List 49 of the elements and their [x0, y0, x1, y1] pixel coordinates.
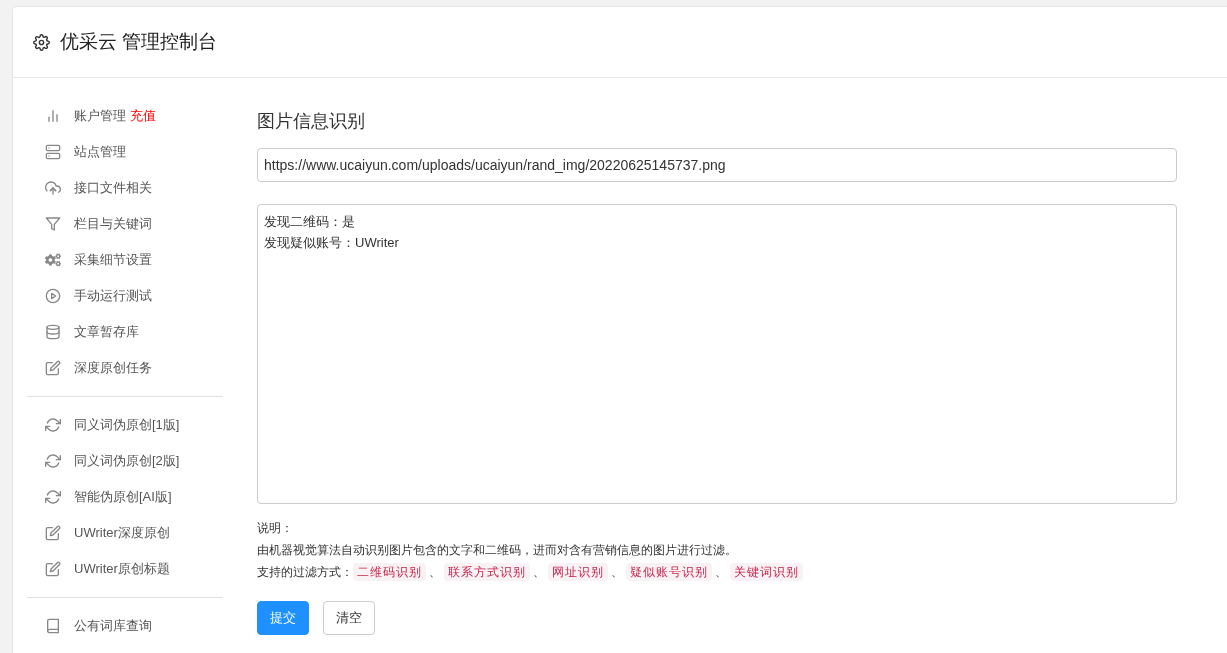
gears-icon	[45, 252, 61, 268]
sidebar-item[interactable]: 栏目与关键词	[74, 214, 152, 234]
sidebar-item[interactable]: 文章暂存库	[74, 322, 139, 342]
url-field[interactable]: https://www.ucaiyun.com/uploads/ucaiyun/rand_img/20220625145737.png	[257, 148, 1177, 182]
sidebar-item[interactable]: 接口文件相关	[74, 178, 152, 198]
method-tag: 网址识别	[548, 563, 608, 581]
console-title: 优采云 管理控制台	[60, 29, 218, 54]
separator: 、	[610, 564, 624, 581]
sidebar-item[interactable]: 深度原创任务	[74, 358, 152, 378]
sidebar-item[interactable]: 手动运行测试	[74, 286, 152, 306]
method-tag: 疑似账号识别	[626, 563, 712, 581]
sidebar-item[interactable]: 公有词库查询	[74, 616, 152, 636]
edit-icon	[45, 360, 61, 376]
note-text: 由机器视觉算法自动识别图片包含的文字和二维码，进而对含有营销信息的图片进行过滤。	[257, 542, 737, 559]
sidebar-item[interactable]: 智能伪原创[AI版]	[74, 487, 172, 507]
sidebar-item[interactable]: 账户管理	[74, 106, 126, 126]
settings-icon	[33, 33, 50, 51]
server-icon	[45, 144, 61, 160]
sidebar-item[interactable]: UWriter原创标题	[74, 559, 170, 579]
methods-label: 支持的过滤方式：	[257, 564, 353, 581]
method-tag: 二维码识别	[353, 563, 426, 581]
database-icon	[45, 324, 61, 340]
method-tag: 联系方式识别	[444, 563, 530, 581]
sidebar-item[interactable]: UWriter深度原创	[74, 523, 170, 543]
clear-button[interactable]: 清空	[323, 601, 375, 635]
recharge-link[interactable]: 充值	[130, 106, 156, 126]
refresh-icon	[45, 417, 61, 433]
page-title: 图片信息识别	[257, 110, 366, 133]
sidebar-item[interactable]: 采集细节设置	[74, 250, 152, 270]
result-line: 发现二维码：是	[264, 213, 355, 231]
note-label: 说明：	[257, 520, 293, 537]
cloud-upload-icon	[45, 180, 61, 196]
edit-icon	[45, 525, 61, 541]
separator: 、	[428, 564, 442, 581]
separator: 、	[714, 564, 728, 581]
sidebar-item[interactable]: 同义词伪原创[1版]	[74, 415, 180, 435]
book-icon	[45, 618, 61, 634]
edit-icon	[45, 561, 61, 577]
filter-icon	[45, 216, 61, 232]
result-textarea[interactable]: 发现二维码：是 发现疑似账号：UWriter	[257, 204, 1177, 504]
sidebar-item[interactable]: 站点管理	[74, 142, 126, 162]
bar-chart-icon	[45, 108, 61, 124]
separator: 、	[532, 564, 546, 581]
refresh-icon	[45, 489, 61, 505]
play-icon	[45, 288, 61, 304]
sidebar-item[interactable]: 同义词伪原创[2版]	[74, 451, 180, 471]
method-tag: 关键词识别	[730, 563, 803, 581]
refresh-icon	[45, 453, 61, 469]
result-line: 发现疑似账号：UWriter	[264, 234, 399, 252]
